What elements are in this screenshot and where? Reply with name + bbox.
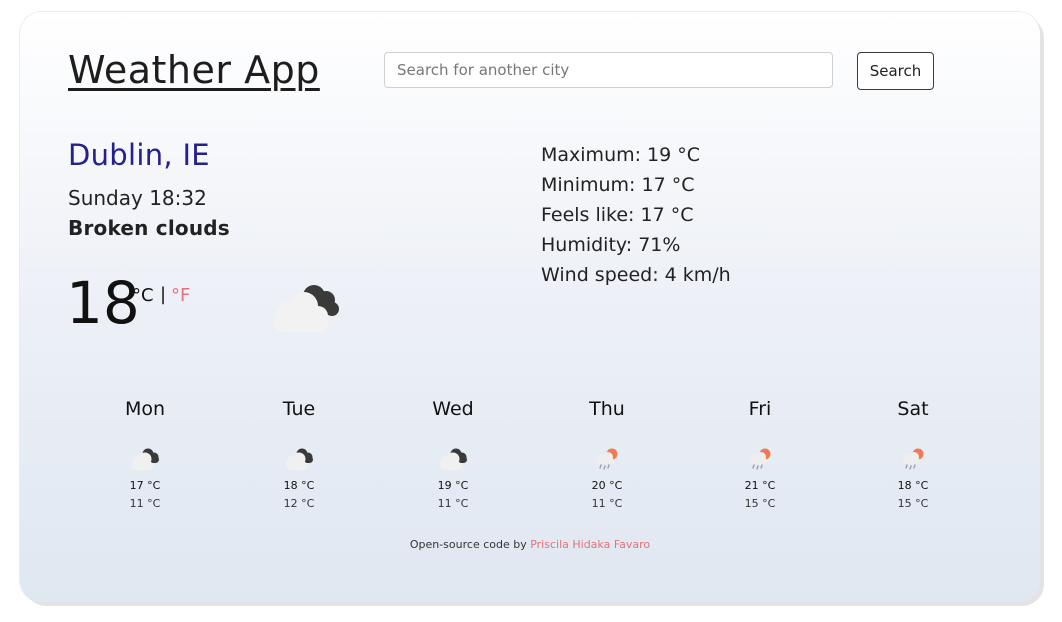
forecast-day: Tue 18 °C 12 °C bbox=[259, 396, 339, 511]
detail-maximum: Maximum: 19 °C bbox=[541, 144, 701, 166]
forecast-day: Thu 20 °C 11 °C bbox=[567, 396, 647, 511]
forecast-day-name: Sat bbox=[897, 398, 929, 420]
forecast-day: Sat 18 °C 15 °C bbox=[873, 396, 953, 511]
forecast-max-temp: 18 °C bbox=[897, 479, 929, 492]
forecast-min-temp: 15 °C bbox=[897, 497, 929, 510]
forecast-min-temp: 11 °C bbox=[591, 497, 623, 510]
weather-details: Maximum: 19 °C Minimum: 17 °C Feels like… bbox=[541, 140, 731, 290]
current-datetime: Sunday 18:32 bbox=[68, 186, 207, 210]
forecast-day-name: Wed bbox=[432, 398, 474, 420]
forecast-max-temp: 18 °C bbox=[283, 479, 315, 492]
search-input[interactable] bbox=[384, 52, 833, 88]
weather-description: Broken clouds bbox=[68, 216, 230, 240]
detail-minimum: Minimum: 17 °C bbox=[541, 174, 695, 196]
forecast-day-name: Thu bbox=[589, 398, 625, 420]
forecast-day: Fri 21 °C 15 °C bbox=[720, 396, 800, 511]
author-link[interactable]: Priscila Hidaka Favaro bbox=[530, 538, 650, 551]
forecast-min-temp: 11 °C bbox=[129, 497, 161, 510]
forecast-min-temp: 15 °C bbox=[744, 497, 776, 510]
forecast-min-temp: 12 °C bbox=[283, 497, 315, 510]
detail-wind-speed: Wind speed: 4 km/h bbox=[541, 264, 731, 286]
forecast-day: Wed 19 °C 11 °C bbox=[413, 396, 493, 511]
unit-separator: | bbox=[160, 284, 167, 305]
detail-feels-like: Feels like: 17 °C bbox=[541, 204, 694, 226]
broken-clouds-icon bbox=[440, 448, 467, 470]
app-title: Weather App bbox=[68, 48, 320, 92]
forecast-day-name: Tue bbox=[282, 398, 316, 420]
sun-rain-icon bbox=[597, 448, 618, 470]
sun-rain-icon bbox=[750, 448, 771, 470]
forecast-day-name: Mon bbox=[124, 398, 166, 420]
footer-text: Open-source code by bbox=[409, 538, 531, 551]
weather-card: Weather App Search Dublin, IE Sunday 18:… bbox=[20, 12, 1040, 602]
celsius-link[interactable]: °C bbox=[132, 285, 154, 306]
forecast-min-temp: 11 °C bbox=[437, 497, 469, 510]
forecast-max-temp: 21 °C bbox=[744, 479, 776, 492]
forecast-day: Mon 17 °C 11 °C bbox=[105, 396, 185, 511]
forecast-row: Mon 17 °C 11 °C Tue 18 °C 12 °C Wed 19 ° bbox=[68, 396, 992, 526]
forecast-max-temp: 17 °C bbox=[129, 479, 161, 492]
forecast-max-temp: 19 °C bbox=[437, 479, 469, 492]
city-name: Dublin, IE bbox=[68, 138, 210, 172]
current-temperature: 18 bbox=[66, 269, 140, 337]
forecast-day-name: Fri bbox=[748, 398, 772, 420]
forecast-max-temp: 20 °C bbox=[591, 479, 623, 492]
footer: Open-source code by Priscila Hidaka Fava… bbox=[20, 538, 1040, 551]
fahrenheit-link[interactable]: °F bbox=[171, 285, 190, 306]
detail-humidity: Humidity: 71% bbox=[541, 234, 681, 256]
broken-clouds-icon bbox=[286, 448, 313, 470]
broken-clouds-icon bbox=[274, 285, 339, 332]
sun-rain-icon bbox=[903, 448, 924, 470]
broken-clouds-icon bbox=[132, 448, 159, 470]
search-button[interactable]: Search bbox=[857, 52, 934, 90]
